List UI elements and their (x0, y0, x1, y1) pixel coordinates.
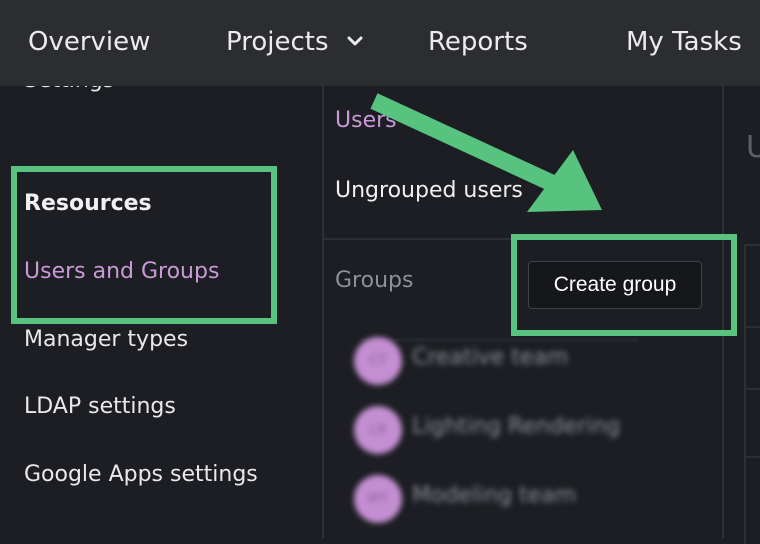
sidebar-item-users-and-groups[interactable]: Users and Groups (24, 259, 219, 284)
group-avatar: MT (354, 475, 402, 523)
nav-reports-text[interactable]: Reports (428, 24, 528, 60)
table-line (746, 244, 760, 246)
nav-my-tasks-text[interactable]: My Tasks (626, 24, 742, 60)
group-name: Lighting Rendering (412, 414, 621, 439)
section-divider (324, 238, 722, 240)
list-divider (360, 339, 638, 341)
sidebar-heading-resources: Resources (24, 191, 152, 216)
nav-projects-text[interactable]: Projects (226, 24, 363, 60)
users-link[interactable]: Users (335, 108, 397, 133)
table-line (746, 326, 760, 328)
group-avatar: CT (354, 337, 402, 385)
sidebar-item-ldap-settings[interactable]: LDAP settings (24, 394, 176, 419)
right-panel-table (744, 244, 760, 544)
sidebar-item-manager-types[interactable]: Manager types (24, 327, 188, 352)
top-navigation-overlay: Overview Projects Reports My Tasks (0, 0, 760, 86)
column-divider (722, 86, 724, 538)
group-name: Modeling team (412, 483, 577, 508)
sidebar-item-google-apps-settings[interactable]: Google Apps settings (24, 462, 258, 487)
groups-label: Groups (335, 268, 414, 293)
ungrouped-users-link[interactable]: Ungrouped users (335, 178, 523, 203)
highlight-box-sidebar (11, 166, 277, 324)
table-line (746, 456, 760, 458)
right-panel-partial-title: U (746, 130, 760, 165)
chevron-down-icon (347, 36, 363, 45)
nav-projects-label-text: Projects (226, 27, 329, 57)
table-line (746, 388, 760, 390)
column-divider (322, 86, 324, 538)
create-group-button[interactable]: Create group (528, 261, 702, 309)
group-avatar: LR (354, 406, 402, 454)
group-name: Creative team (412, 345, 569, 370)
nav-overview-text[interactable]: Overview (28, 24, 150, 60)
